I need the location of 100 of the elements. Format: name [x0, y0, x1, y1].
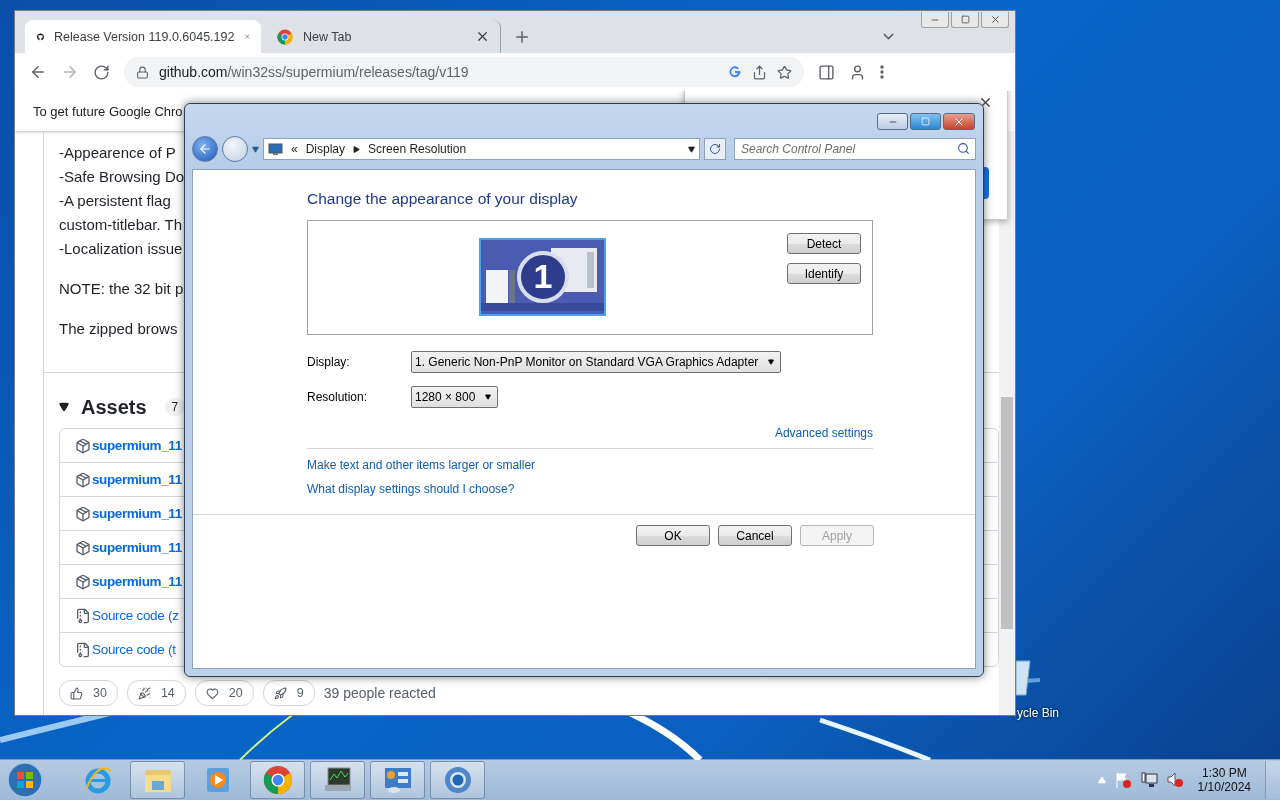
monitor-number: 1 [532, 256, 554, 297]
refresh-icon [709, 143, 721, 155]
info-banner-text: To get future Google Chro [33, 103, 183, 119]
profile-button[interactable] [849, 63, 866, 81]
rocket-icon [273, 686, 287, 700]
clock[interactable]: 1:30 PM 1/10/2024 [1197, 766, 1251, 794]
taskbar-app-button[interactable] [310, 761, 365, 799]
asset-link[interactable]: Source code (z [92, 608, 179, 623]
reload-icon [93, 63, 110, 81]
menu-icon [880, 65, 884, 79]
side-panel-icon [818, 63, 835, 81]
chromium-icon [442, 765, 473, 795]
star-icon[interactable] [777, 64, 792, 80]
help-link[interactable]: What display settings should I choose? [307, 482, 515, 496]
monitor-tile[interactable]: 1 [479, 238, 606, 316]
chrome-icon [262, 765, 293, 795]
party-popper-icon [137, 686, 151, 700]
chrome-icon [277, 28, 293, 45]
field-label: Display: [307, 355, 351, 369]
assets-count: 7 [164, 398, 186, 416]
network-error-icon[interactable] [1139, 771, 1158, 789]
clock-time: 1:30 PM [1201, 766, 1247, 780]
archive-file-icon [75, 641, 91, 658]
browser-tab[interactable]: Release Version 119.0.6045.192 [25, 20, 261, 53]
menu-button[interactable] [880, 65, 884, 79]
reaction-button[interactable]: 9 [262, 680, 315, 706]
page-heading: Change the appearance of your display [307, 190, 579, 208]
release-note-paragraph: The zipped brows [59, 319, 178, 339]
back-button[interactable] [29, 63, 47, 81]
package-icon [75, 505, 91, 522]
side-panel-button[interactable] [818, 63, 835, 81]
release-note-line: -Localization issue [59, 239, 183, 259]
package-icon [75, 437, 91, 454]
package-icon [75, 573, 91, 590]
asset-link[interactable]: supermium_11 [92, 438, 182, 453]
taskbar-app-button[interactable] [430, 761, 485, 799]
release-note-line: -Appearence of P [59, 143, 176, 163]
package-icon [75, 471, 91, 488]
scrollbar-thumb[interactable] [1001, 397, 1013, 629]
search-icon [957, 142, 970, 155]
archive-file-icon [75, 607, 91, 624]
search-field[interactable]: Search Control Panel [734, 138, 976, 160]
breadcrumb-item[interactable]: Screen Resolution [368, 142, 467, 156]
package-icon [75, 539, 91, 556]
share-icon[interactable] [752, 64, 767, 80]
reaction-button[interactable]: 14 [126, 680, 186, 706]
dialog-button[interactable]: Cancel [718, 525, 792, 546]
close-icon[interactable] [475, 29, 490, 44]
dropdown-field[interactable]: 1. Generic Non-PnP Monitor on Standard VGA Graphics Adapter [411, 351, 782, 373]
google-g-icon[interactable] [728, 65, 742, 79]
volume-muted-icon[interactable] [1165, 771, 1184, 789]
asset-link[interactable]: supermium_11 [92, 506, 182, 521]
field-label: Resolution: [307, 390, 369, 404]
forward-button[interactable] [222, 136, 248, 162]
address-bar[interactable]: « Display Screen Resolution [263, 138, 700, 160]
dialog-button[interactable]: OK [636, 525, 710, 546]
dropdown-icon[interactable] [688, 145, 695, 153]
forward-arrow-icon [61, 63, 79, 81]
caret-icon [485, 394, 492, 400]
assets-heading: Assets [81, 395, 147, 419]
asset-link[interactable]: supermium_11 [92, 540, 182, 555]
reaction-button[interactable]: 30 [59, 680, 118, 706]
preview-button[interactable]: Detect [787, 233, 861, 254]
asset-link[interactable]: supermium_11 [92, 574, 182, 589]
refresh-button[interactable] [704, 138, 726, 160]
monitor-icon [268, 142, 283, 156]
desktop-icon-label[interactable]: ycle Bin [1017, 706, 1060, 720]
release-note-paragraph: NOTE: the 32 bit p [59, 279, 184, 299]
clock-date: 1/10/2024 [1197, 780, 1251, 794]
release-note-line: -A persistent flag [59, 191, 171, 211]
person-icon [849, 63, 866, 81]
help-link[interactable]: Make text and other items larger or smaller [307, 458, 536, 472]
start-button[interactable] [6, 761, 44, 799]
separator-arrow-icon [353, 145, 361, 153]
reload-button[interactable] [93, 63, 110, 81]
address-bar[interactable]: github.com/win32ss/supermium/releases/tag/v119 [124, 57, 804, 87]
minimize-button[interactable] [877, 113, 908, 130]
advanced-settings-link[interactable]: Advanced settings [774, 426, 873, 440]
reactions-summary: 39 people reacted [323, 685, 436, 701]
release-note-line: -Safe Browsing Do [59, 167, 185, 187]
back-button[interactable] [192, 136, 218, 162]
preview-button[interactable]: Identify [787, 263, 861, 284]
history-dropdown-icon[interactable] [252, 145, 259, 153]
flag-error-icon[interactable] [1113, 771, 1132, 789]
maximize-button[interactable] [910, 113, 941, 130]
disclosure-icon[interactable] [59, 402, 69, 412]
caret-icon [768, 359, 775, 365]
close-button[interactable] [981, 12, 1009, 28]
thumbs-up-icon [70, 686, 83, 700]
asset-link[interactable]: Source code (t [92, 642, 176, 657]
browser-e-icon [82, 765, 113, 795]
breadcrumb-overflow[interactable]: « [291, 142, 298, 156]
heart-icon [205, 686, 219, 700]
close-icon [989, 14, 1001, 25]
asset-link[interactable]: supermium_11 [92, 472, 182, 487]
dropdown-field[interactable]: 1280 × 800 [411, 386, 499, 408]
breadcrumb-item[interactable]: Display [305, 142, 346, 156]
close-button[interactable] [943, 113, 975, 130]
maximize-icon [921, 117, 930, 126]
reaction-button[interactable]: 20 [194, 680, 254, 706]
